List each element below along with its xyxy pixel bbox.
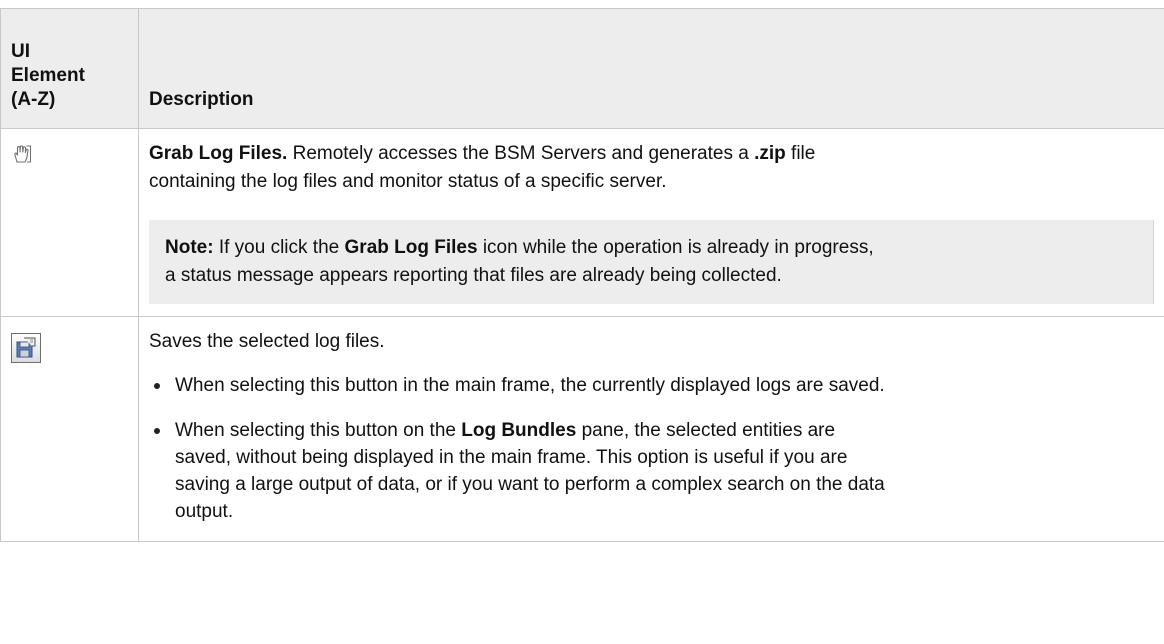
list-item-line: When selecting this button on the Log Bu… <box>175 417 1154 444</box>
note-bold-ref: Grab Log Files <box>344 237 478 258</box>
ui-element-column-header: UI Element (A-Z) <box>0 8 139 129</box>
description-text: Remotely accesses the BSM Servers and ge… <box>287 143 755 164</box>
description-column-header: Description <box>138 8 1164 129</box>
note-line: a status message appears reporting that … <box>165 265 782 286</box>
list-item: When selecting this button in the main f… <box>149 372 1154 399</box>
description-line: containing the log files and monitor sta… <box>149 171 667 192</box>
file-extension: .zip <box>754 143 786 164</box>
note-box: Note: If you click the Grab Log Files ic… <box>149 220 1154 304</box>
ui-elements-table: UI Element (A-Z) Description Grab Log Fi… <box>0 8 1164 542</box>
header-line: UI <box>11 41 30 62</box>
save-log-files-icon[interactable] <box>11 333 41 363</box>
grab-log-files-icon[interactable] <box>11 143 33 165</box>
note-text: icon while the operation is already in p… <box>477 237 874 258</box>
bullet-icon <box>154 428 160 434</box>
list-item-line: output. <box>175 501 234 522</box>
entry-title: Grab Log Files. <box>149 143 288 164</box>
list-item-line: saving a large output of data, or if you… <box>175 474 885 495</box>
list-item-text: When selecting this button on the <box>175 420 462 441</box>
description-cell: Saves the selected log files. When selec… <box>138 316 1164 542</box>
description-text: file <box>785 143 816 164</box>
bullet-icon <box>154 383 160 389</box>
header-line: (A-Z) <box>11 89 56 110</box>
note-text: If you click the <box>213 237 345 258</box>
ui-element-cell <box>0 128 139 317</box>
list-item-text: When selecting this button in the main f… <box>175 375 885 396</box>
description-line: Grab Log Files. Remotely accesses the BS… <box>149 140 1154 168</box>
table-row: Saves the selected log files. When selec… <box>0 316 1164 542</box>
description-cell: Grab Log Files. Remotely accesses the BS… <box>138 128 1164 317</box>
list-item-text: pane, the selected entities are <box>576 420 836 441</box>
note-label: Note: <box>165 237 214 258</box>
ui-element-cell <box>0 316 139 542</box>
note-line: Note: If you click the Grab Log Files ic… <box>165 234 1135 262</box>
header-line: Element <box>11 65 85 86</box>
log-bundles-ref: Log Bundles <box>461 420 577 441</box>
description-line: Saves the selected log files. <box>149 331 385 352</box>
table-row: Grab Log Files. Remotely accesses the BS… <box>0 128 1164 317</box>
list-item: When selecting this button on the Log Bu… <box>149 417 1154 525</box>
list-item-line: saved, without being displayed in the ma… <box>175 447 848 468</box>
table-header-row: UI Element (A-Z) Description <box>0 8 1164 129</box>
bullet-list: When selecting this button in the main f… <box>149 372 1154 525</box>
